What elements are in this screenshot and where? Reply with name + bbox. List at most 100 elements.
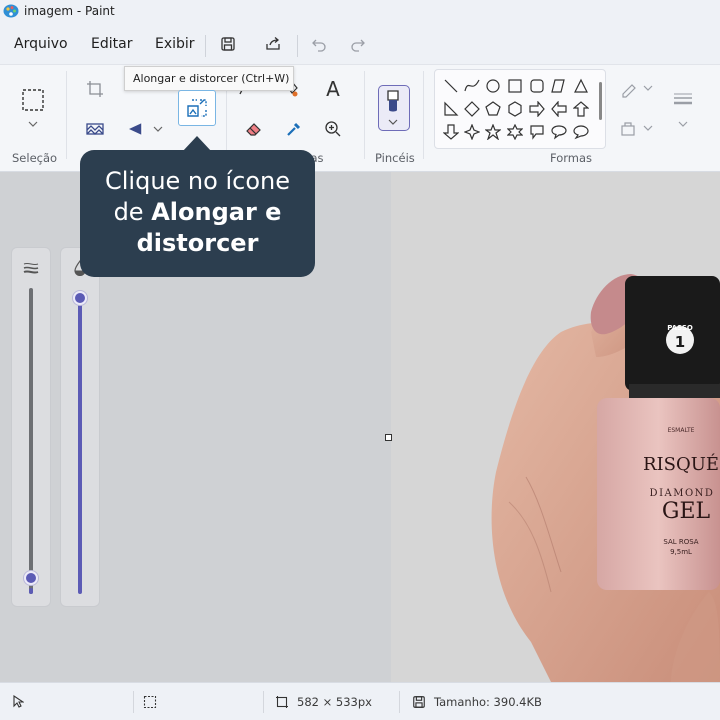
left-arrow-shape-icon[interactable] xyxy=(551,101,567,117)
product-line1: DIAMOND xyxy=(650,488,715,499)
line-width-icon xyxy=(674,93,692,105)
down-arrow-shape-icon[interactable] xyxy=(443,124,459,140)
up-arrow-shape-icon[interactable] xyxy=(573,101,589,117)
canvas-resize-handle[interactable] xyxy=(385,434,392,441)
undo-button[interactable] xyxy=(307,32,331,56)
line-shape-icon[interactable] xyxy=(443,78,459,94)
color-picker-button[interactable] xyxy=(282,117,306,141)
outline-dropdown[interactable] xyxy=(641,79,655,97)
rotate-button[interactable] xyxy=(124,117,148,141)
canvas-dimensions-text: 582 × 533px xyxy=(297,695,372,709)
group-label-selection: Seleção xyxy=(12,151,58,165)
ribbon-separator xyxy=(66,71,67,159)
brush-size-track[interactable] xyxy=(29,288,33,594)
callout-rect-shape-icon[interactable] xyxy=(529,124,545,140)
rounded-rectangle-shape-icon[interactable] xyxy=(529,78,545,94)
save-icon xyxy=(413,696,425,708)
brush-size-icon xyxy=(23,262,39,274)
right-triangle-shape-icon[interactable] xyxy=(443,101,459,117)
callout-line-2-bold: Alongar e xyxy=(151,198,282,226)
fill-shape-button[interactable] xyxy=(617,117,641,141)
share-button[interactable] xyxy=(261,32,285,56)
menu-view[interactable]: Exibir xyxy=(155,36,195,52)
file-size-text: Tamanho: 390.4KB xyxy=(434,695,542,709)
magnifier-button[interactable] xyxy=(321,117,345,141)
text-tool-icon: A xyxy=(326,77,340,101)
nail-polish-photo: PASSO 1 ESMALTE RISQUÉ DIAMOND GEL SAL R… xyxy=(391,172,720,682)
outline-button[interactable] xyxy=(617,77,641,101)
menu-file[interactable]: Arquivo xyxy=(14,36,68,52)
curve-shape-icon[interactable] xyxy=(464,78,480,94)
menu-edit[interactable]: Editar xyxy=(91,36,132,52)
chevron-down-icon xyxy=(643,85,653,91)
save-button[interactable] xyxy=(216,32,240,56)
image-canvas[interactable]: PASSO 1 ESMALTE RISQUÉ DIAMOND GEL SAL R… xyxy=(391,172,720,682)
group-label-shapes: Formas xyxy=(550,151,593,165)
callout-line-2: de Alongar e xyxy=(80,197,315,228)
remove-background-button[interactable] xyxy=(83,117,107,141)
callout-line-3: distorcer xyxy=(80,228,315,259)
five-point-star-shape-icon[interactable] xyxy=(485,124,501,140)
product-shade: SAL ROSA xyxy=(663,538,698,546)
brush-icon xyxy=(387,90,399,125)
pentagon-shape-icon[interactable] xyxy=(485,101,501,117)
select-button[interactable] xyxy=(20,87,46,113)
product-line2: GEL xyxy=(662,499,711,524)
size-button[interactable] xyxy=(671,87,695,111)
fill-shape-dropdown[interactable] xyxy=(641,119,655,137)
eraser-icon xyxy=(246,123,261,136)
shapes-gallery xyxy=(434,69,606,149)
right-arrow-shape-icon[interactable] xyxy=(529,101,545,117)
six-point-star-shape-icon[interactable] xyxy=(507,124,523,140)
product-top-label: ESMALTE xyxy=(668,427,695,434)
menu-separator xyxy=(205,35,206,57)
text-button[interactable]: A xyxy=(321,77,345,101)
resize-skew-button[interactable] xyxy=(178,90,216,126)
title-bar: imagem - Paint xyxy=(0,0,720,24)
menu-separator xyxy=(297,35,298,57)
size-dropdown[interactable] xyxy=(675,115,691,133)
crop-button[interactable] xyxy=(83,77,107,101)
canvas-size-icon xyxy=(276,696,288,708)
select-dropdown[interactable] xyxy=(21,115,45,133)
callout-cloud-shape-icon[interactable] xyxy=(573,124,589,140)
four-point-star-shape-icon[interactable] xyxy=(464,124,480,140)
step-number: 1 xyxy=(675,333,685,351)
brushes-button[interactable] xyxy=(378,85,410,131)
cursor-position-icon xyxy=(13,695,24,708)
redo-icon xyxy=(351,39,365,52)
triangle-shape-icon[interactable] xyxy=(573,78,589,94)
zoom-in-icon xyxy=(325,121,341,137)
remove-background-icon xyxy=(86,123,104,135)
oval-shape-icon[interactable] xyxy=(485,78,501,94)
step-label: PASSO xyxy=(667,324,693,332)
window-title: imagem - Paint xyxy=(24,4,115,18)
status-separator xyxy=(133,691,134,713)
opacity-track[interactable] xyxy=(78,292,82,594)
rectangle-shape-icon[interactable] xyxy=(507,78,523,94)
redo-button[interactable] xyxy=(346,32,370,56)
status-bar: 582 × 533px Tamanho: 390.4KB xyxy=(0,682,720,720)
rectangle-select-icon xyxy=(22,89,44,111)
brush-size-thumb[interactable] xyxy=(24,571,38,585)
save-icon xyxy=(221,37,235,51)
shape-fill-icon xyxy=(621,122,635,136)
canvas-dimensions: 582 × 533px xyxy=(275,695,372,709)
rotate-dropdown[interactable] xyxy=(150,120,166,138)
callout-oval-shape-icon[interactable] xyxy=(551,124,567,140)
crop-icon xyxy=(87,81,103,97)
shapes-scrollbar[interactable] xyxy=(599,82,602,120)
chevron-down-icon xyxy=(643,125,653,131)
callout-line-1: Clique no ícone xyxy=(105,167,290,195)
chevron-down-icon xyxy=(28,121,38,127)
chevron-down-icon xyxy=(153,126,163,132)
diamond-shape-icon[interactable] xyxy=(464,101,480,117)
resize-skew-icon xyxy=(187,99,207,117)
share-icon xyxy=(266,37,280,50)
brush-size-fill xyxy=(29,588,33,594)
ribbon-separator xyxy=(423,71,424,159)
opacity-thumb[interactable] xyxy=(73,291,87,305)
polygon-shape-icon[interactable] xyxy=(551,78,567,94)
hexagon-shape-icon[interactable] xyxy=(507,101,523,117)
eraser-button[interactable] xyxy=(242,117,266,141)
